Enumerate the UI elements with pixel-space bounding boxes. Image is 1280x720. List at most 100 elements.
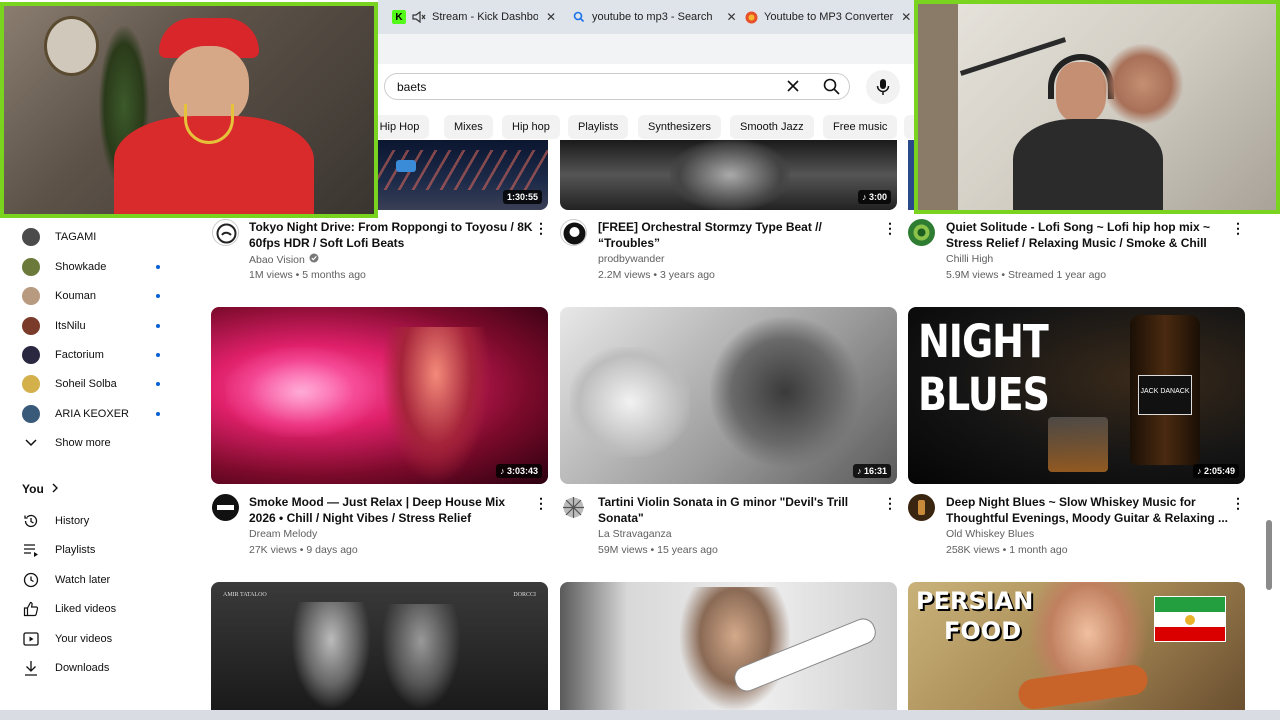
muted-speaker-icon[interactable]	[412, 10, 426, 24]
channel-name[interactable]: Abao Vision	[249, 253, 319, 266]
channel-name[interactable]: Chilli High	[946, 253, 993, 265]
more-actions-icon[interactable]: ⋮	[1231, 495, 1245, 511]
chip-mixes[interactable]: Mixes	[444, 115, 493, 139]
video-title[interactable]: Smoke Mood — Just Relax | Deep House Mix…	[249, 494, 534, 526]
channel-avatar[interactable]	[560, 494, 587, 521]
duration-badge: ♪ 3:03:43	[495, 464, 542, 478]
subscription-soheil-solba[interactable]: Soheil Solba	[22, 370, 172, 398]
chevron-right-icon	[52, 482, 58, 496]
more-actions-icon[interactable]: ⋮	[534, 220, 548, 236]
avatar	[22, 287, 40, 305]
search-tab-icon	[572, 10, 586, 24]
you-section-header[interactable]: You	[22, 482, 58, 496]
subscription-label: Factorium	[55, 349, 104, 361]
page-scrollbar[interactable]	[1266, 520, 1272, 590]
sidebar-item-history[interactable]: History	[22, 507, 172, 535]
channel-name[interactable]: prodbywander	[598, 253, 665, 265]
browser-tab-kick[interactable]: K Stream - Kick Dashboa ✕	[392, 6, 556, 28]
close-tab-icon[interactable]: ✕	[901, 10, 911, 24]
search-button[interactable]	[815, 73, 848, 100]
video-title[interactable]: Tokyo Night Drive: From Roppongi to Toyo…	[249, 219, 534, 251]
sidebar-item-downloads[interactable]: Downloads	[22, 654, 172, 682]
chip-playlists[interactable]: Playlists	[568, 115, 629, 139]
chip-smooth-jazz[interactable]: Smooth Jazz	[730, 115, 814, 139]
video-thumbnail[interactable]: ♪ 16:31	[560, 307, 897, 484]
new-content-dot	[156, 294, 160, 298]
channel-avatar[interactable]	[908, 219, 935, 246]
verified-icon	[309, 253, 319, 266]
video-thumbnail[interactable]: ♪ 3:03:43	[211, 307, 548, 484]
video-thumbnail[interactable]	[560, 582, 897, 710]
sidebar-item-playlists[interactable]: Playlists	[22, 536, 172, 564]
chip-free-music[interactable]: Free music	[823, 115, 898, 139]
channel-avatar[interactable]	[212, 494, 239, 521]
channel-name[interactable]: Dream Melody	[249, 528, 317, 540]
sidebar-item-your-videos[interactable]: Your videos	[22, 625, 172, 653]
search-icon	[823, 78, 840, 95]
channel-avatar[interactable]	[908, 494, 935, 521]
duration-text: 3:03:43	[506, 466, 538, 476]
avatar	[22, 405, 40, 423]
channel-avatar[interactable]	[212, 219, 239, 246]
video-thumbnail[interactable]: NIGHT BLUES JACK DANACK ♪ 2:05:49	[908, 307, 1245, 484]
close-tab-icon[interactable]: ✕	[726, 10, 736, 24]
subscription-kouman[interactable]: Kouman	[22, 282, 172, 310]
more-actions-icon[interactable]: ⋮	[534, 495, 548, 511]
subscription-itsnilu[interactable]: ItsNilu	[22, 312, 172, 340]
x-icon[interactable]	[784, 77, 802, 95]
tab-title: Youtube to MP3 Converter	[764, 11, 894, 23]
channel-name[interactable]: Old Whiskey Blues	[946, 528, 1034, 540]
chip-synthesizers[interactable]: Synthesizers	[638, 115, 721, 139]
duration-badge: 1:30:55	[502, 190, 542, 204]
address-bar[interactable]	[378, 34, 918, 64]
sidebar-item-watch-later[interactable]: Watch later	[22, 566, 172, 594]
duration-badge: ♪ 2:05:49	[1192, 464, 1239, 478]
voice-search-button[interactable]	[866, 70, 900, 104]
more-actions-icon[interactable]: ⋮	[883, 495, 897, 511]
avatar	[22, 228, 40, 246]
video-thumbnail[interactable]: PERSIAN FOOD	[908, 582, 1245, 710]
subscription-label: ARIA KEOXER	[55, 408, 129, 420]
video-title[interactable]: Tartini Violin Sonata in G minor "Devil'…	[598, 494, 883, 526]
music-note-icon: ♪	[861, 192, 869, 202]
avatar	[22, 317, 40, 335]
subscription-showkade[interactable]: Showkade	[22, 253, 172, 281]
sidebar-label: Playlists	[55, 544, 96, 556]
video-title[interactable]: [FREE] Orchestral Stormzy Type Beat // “…	[598, 219, 883, 251]
channel-name-text: Abao Vision	[249, 253, 305, 266]
new-content-dot	[156, 324, 160, 328]
avatar	[22, 346, 40, 364]
filter-chip-bar: al Hip Hop Mixes Hip hop Playlists Synth…	[356, 115, 916, 141]
video-thumbnail[interactable]: AMIR TATALOO DORCCI	[211, 582, 548, 710]
sidebar-item-liked-videos[interactable]: Liked videos	[22, 595, 172, 623]
video-meta: 27K views • 9 days ago	[249, 544, 358, 556]
subscription-label: Kouman	[55, 290, 96, 302]
video-meta: 5.9M views • Streamed 1 year ago	[946, 269, 1107, 281]
channel-name[interactable]: La Stravaganza	[598, 528, 672, 540]
more-actions-icon[interactable]: ⋮	[1231, 220, 1245, 236]
kick-icon: K	[392, 10, 406, 24]
subscription-tagami[interactable]: TAGAMI	[22, 223, 172, 251]
more-actions-icon[interactable]: ⋮	[883, 220, 897, 236]
duration-badge: ♪ 3:00	[857, 190, 891, 204]
new-content-dot	[156, 265, 160, 269]
browser-tab-converter[interactable]: Youtube to MP3 Converter ✕	[744, 6, 911, 28]
duration-text: 2:05:49	[1203, 466, 1235, 476]
show-more-button[interactable]: Show more	[22, 429, 172, 457]
music-note-icon: ♪	[499, 466, 507, 476]
video-thumbnail[interactable]: ♪ 3:00	[560, 140, 897, 210]
chip-hip-hop[interactable]: Hip hop	[502, 115, 560, 139]
video-title[interactable]: Quiet Solitude - Lofi Song ~ Lofi hip ho…	[946, 219, 1231, 251]
subscription-aria-keoxer[interactable]: ARIA KEOXER	[22, 400, 172, 428]
show-more-label: Show more	[55, 437, 111, 449]
iran-flag	[1154, 596, 1226, 642]
channel-avatar[interactable]	[560, 219, 587, 246]
subscription-factorium[interactable]: Factorium	[22, 341, 172, 369]
browser-tab-search[interactable]: youtube to mp3 - Search ✕	[572, 6, 737, 28]
video-meta: 258K views • 1 month ago	[946, 544, 1068, 556]
streamer-webcam-left	[0, 2, 378, 218]
video-title[interactable]: Deep Night Blues ~ Slow Whiskey Music fo…	[946, 494, 1231, 526]
close-tab-icon[interactable]: ✕	[546, 10, 556, 24]
duration-text: 16:31	[863, 466, 887, 476]
search-input[interactable]: baets	[384, 73, 850, 100]
